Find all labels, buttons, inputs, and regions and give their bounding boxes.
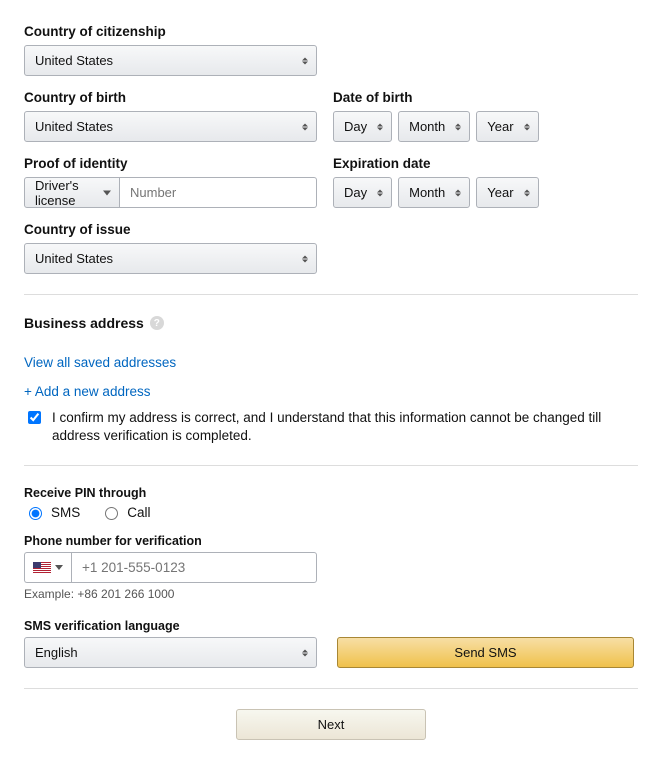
- dob-day-value: Day: [344, 119, 367, 134]
- dob-month-select[interactable]: Month: [398, 111, 470, 142]
- dob-year-select[interactable]: Year: [476, 111, 538, 142]
- phone-country-select[interactable]: [24, 552, 71, 583]
- divider: [24, 688, 638, 689]
- exp-month-value: Month: [409, 185, 445, 200]
- next-button[interactable]: Next: [236, 709, 426, 740]
- exp-day-select[interactable]: Day: [333, 177, 392, 208]
- chevron-down-icon: [103, 190, 111, 195]
- dob-day-select[interactable]: Day: [333, 111, 392, 142]
- pin-call-label: Call: [127, 505, 150, 520]
- pin-sms-label: SMS: [51, 505, 80, 520]
- expiration-label: Expiration date: [333, 156, 539, 171]
- dob-year-value: Year: [487, 119, 513, 134]
- exp-day-value: Day: [344, 185, 367, 200]
- exp-month-select[interactable]: Month: [398, 177, 470, 208]
- issue-country-value: United States: [35, 251, 113, 266]
- phone-label: Phone number for verification: [24, 534, 638, 548]
- chevron-icon: [455, 123, 461, 130]
- birth-country-label: Country of birth: [24, 90, 317, 105]
- sms-lang-label: SMS verification language: [24, 619, 638, 633]
- chevron-down-icon: [55, 565, 63, 570]
- chevron-icon: [302, 123, 308, 130]
- dob-month-value: Month: [409, 119, 445, 134]
- chevron-icon: [377, 123, 383, 130]
- sms-language-select[interactable]: English: [24, 637, 317, 668]
- help-icon[interactable]: ?: [150, 316, 164, 330]
- send-sms-button[interactable]: Send SMS: [337, 637, 634, 668]
- exp-year-value: Year: [487, 185, 513, 200]
- chevron-icon: [302, 255, 308, 262]
- divider: [24, 294, 638, 295]
- phone-input[interactable]: [71, 552, 317, 583]
- chevron-icon: [455, 189, 461, 196]
- sms-language-value: English: [35, 645, 78, 660]
- chevron-icon: [377, 189, 383, 196]
- birth-country-select[interactable]: United States: [24, 111, 317, 142]
- pin-call-radio[interactable]: [105, 507, 118, 520]
- proof-type-value: Driver's license: [35, 178, 95, 208]
- divider: [24, 465, 638, 466]
- proof-type-select[interactable]: Driver's license: [24, 177, 120, 208]
- issue-country-select[interactable]: United States: [24, 243, 317, 274]
- add-new-address-link[interactable]: + Add a new address: [24, 384, 150, 399]
- us-flag-icon: [33, 562, 51, 574]
- chevron-icon: [524, 123, 530, 130]
- confirm-address-checkbox[interactable]: [28, 411, 41, 424]
- citizenship-value: United States: [35, 53, 113, 68]
- citizenship-label: Country of citizenship: [24, 24, 317, 39]
- business-address-title: Business address: [24, 315, 144, 331]
- chevron-icon: [302, 57, 308, 64]
- confirm-address-text: I confirm my address is correct, and I u…: [52, 409, 638, 445]
- phone-hint: Example: +86 201 266 1000: [24, 587, 638, 601]
- view-all-addresses-link[interactable]: View all saved addresses: [24, 355, 176, 370]
- receive-pin-label: Receive PIN through: [24, 486, 638, 500]
- exp-year-select[interactable]: Year: [476, 177, 538, 208]
- citizenship-select[interactable]: United States: [24, 45, 317, 76]
- proof-label: Proof of identity: [24, 156, 317, 171]
- dob-label: Date of birth: [333, 90, 539, 105]
- pin-sms-radio[interactable]: [29, 507, 42, 520]
- proof-number-input[interactable]: [120, 177, 317, 208]
- issue-country-label: Country of issue: [24, 222, 317, 237]
- chevron-icon: [302, 649, 308, 656]
- chevron-icon: [524, 189, 530, 196]
- birth-country-value: United States: [35, 119, 113, 134]
